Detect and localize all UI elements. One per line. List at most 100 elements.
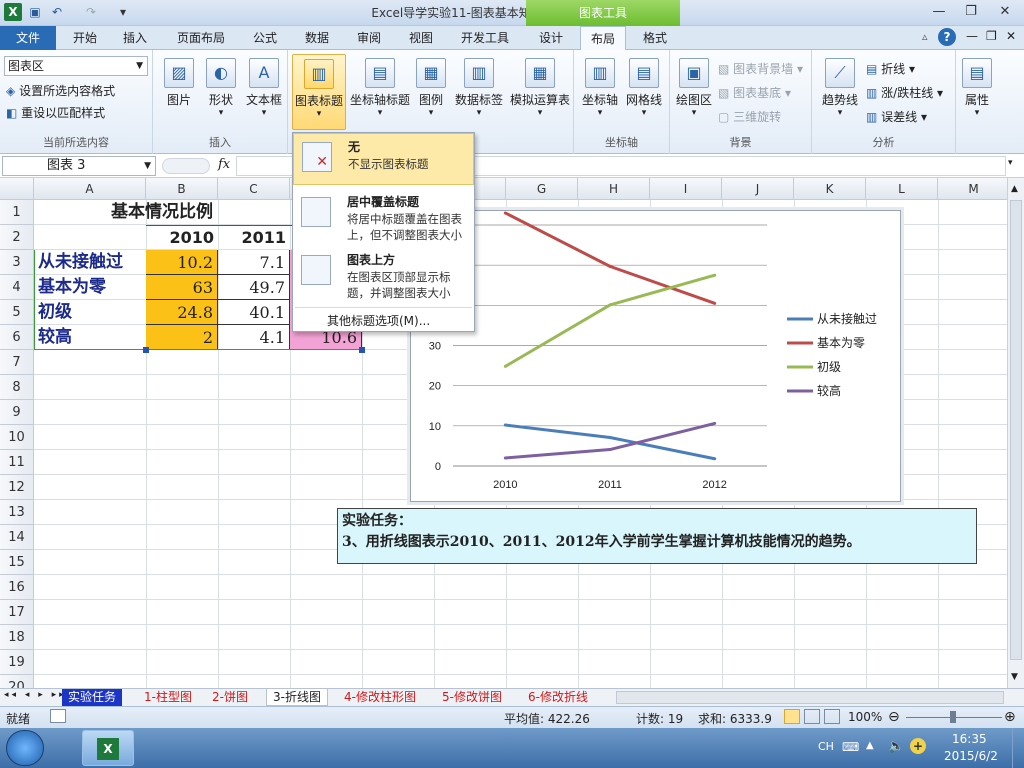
- insert-shapes-button[interactable]: ◐ 形状 ▾: [201, 58, 241, 118]
- lines-button[interactable]: ▤ 折线 ▾: [866, 60, 915, 77]
- menu-item-above[interactable]: 图表上方 在图表区顶部显示标题，并调整图表大小: [293, 247, 474, 305]
- restore-icon[interactable]: ❐: [958, 2, 984, 22]
- rotation-3d-button[interactable]: ▢ 三维旋转: [718, 108, 781, 125]
- column-header[interactable]: B: [146, 178, 218, 200]
- error-bars-button[interactable]: ▥ 误差线 ▾: [866, 108, 927, 125]
- axis-titles-button[interactable]: ▤ 坐标轴标题 ▾: [348, 58, 412, 118]
- fx-icon[interactable]: fx: [218, 157, 230, 172]
- doc-restore-icon[interactable]: ❐: [986, 29, 997, 43]
- data-table-button[interactable]: ▦ 模拟运算表 ▾: [508, 58, 572, 118]
- menu-item-overlay[interactable]: 居中覆盖标题 将居中标题覆盖在图表上，但不调整图表大小: [293, 189, 474, 247]
- horizontal-scrollbar[interactable]: [616, 691, 1004, 704]
- row-header[interactable]: 1: [0, 200, 34, 225]
- row-label-cell[interactable]: 从未接触过: [34, 250, 146, 275]
- collapse-ribbon-icon[interactable]: ▵: [922, 30, 928, 43]
- menu-item-more-options[interactable]: 其他标题选项(M)...: [293, 311, 474, 331]
- column-header[interactable]: C: [218, 178, 290, 200]
- row-header[interactable]: 6: [0, 325, 34, 350]
- sheet-tab[interactable]: 2-饼图: [206, 689, 254, 706]
- row-header[interactable]: 2: [0, 225, 34, 250]
- sheet-tab-active[interactable]: 3-折线图: [266, 689, 328, 706]
- scroll-thumb[interactable]: [1010, 200, 1022, 660]
- range-handle[interactable]: [143, 347, 149, 353]
- scroll-down-icon[interactable]: ▼: [1011, 672, 1018, 682]
- expand-formula-icon[interactable]: ▾: [1008, 158, 1013, 168]
- page-layout-view-icon[interactable]: [804, 709, 820, 724]
- data-labels-button[interactable]: ▥ 数据标签 ▾: [452, 58, 506, 118]
- update-icon[interactable]: +: [910, 738, 926, 754]
- zoom-level[interactable]: 100%: [848, 710, 882, 724]
- task-textbox[interactable]: 实验任务： 3、用折线图表示2010、2011、2012年入学前学生掌握计算机技…: [337, 508, 977, 564]
- row-header[interactable]: 16: [0, 575, 34, 600]
- doc-close-icon[interactable]: ✕: [1006, 29, 1016, 43]
- header-cell[interactable]: 2011: [218, 225, 290, 250]
- row-header[interactable]: 20: [0, 675, 34, 688]
- row-header[interactable]: 8: [0, 375, 34, 400]
- data-cell[interactable]: 49.7: [218, 275, 290, 300]
- row-header[interactable]: 11: [0, 450, 34, 475]
- close-icon[interactable]: ✕: [992, 2, 1018, 22]
- tab-insert[interactable]: 插入: [114, 26, 156, 50]
- gridlines-button[interactable]: ▤ 网格线 ▾: [622, 58, 666, 118]
- format-selection-button[interactable]: ◈ 设置所选内容格式: [6, 82, 115, 99]
- zoom-in-icon[interactable]: ⊕: [1004, 709, 1016, 725]
- data-cell[interactable]: 4.1: [218, 325, 290, 350]
- tab-page-layout[interactable]: 页面布局: [168, 26, 234, 50]
- select-all-corner[interactable]: [0, 178, 34, 200]
- trendline-button[interactable]: ⟋ 趋势线 ▾: [818, 58, 862, 118]
- up-down-bars-button[interactable]: ▥ 涨/跌柱线 ▾: [866, 84, 943, 101]
- row-header[interactable]: 3: [0, 250, 34, 275]
- row-header[interactable]: 7: [0, 350, 34, 375]
- scroll-up-icon[interactable]: ▲: [1011, 184, 1018, 194]
- line-chart[interactable]: 0 10 20 30 2010 2011 2012 从未接触过 基本为零 初级 较高: [410, 210, 901, 502]
- row-header[interactable]: 13: [0, 500, 34, 525]
- chart-floor-button[interactable]: ▧ 图表基底 ▾: [718, 84, 791, 101]
- row-header[interactable]: 15: [0, 550, 34, 575]
- tab-developer[interactable]: 开发工具: [452, 26, 518, 50]
- menu-item-none[interactable]: ✕ 无 不显示图表标题: [293, 133, 474, 185]
- normal-view-icon[interactable]: [784, 709, 800, 724]
- start-button[interactable]: [6, 730, 44, 766]
- sheet-title-cell[interactable]: 基本情况比例: [34, 200, 290, 225]
- volume-icon[interactable]: 🔈: [888, 739, 904, 754]
- sheet-tab[interactable]: 4-修改柱形图: [338, 689, 422, 706]
- row-label-cell[interactable]: 较高: [34, 325, 146, 350]
- column-header[interactable]: J: [722, 178, 794, 200]
- row-header[interactable]: 14: [0, 525, 34, 550]
- data-cell[interactable]: 10.2: [146, 250, 218, 275]
- tab-file[interactable]: 文件: [0, 26, 56, 50]
- vertical-scrollbar[interactable]: ▲ ▼: [1007, 178, 1024, 688]
- minimize-icon[interactable]: —: [926, 2, 952, 22]
- sheet-tab[interactable]: 1-柱型图: [138, 689, 198, 706]
- name-box[interactable]: 图表 3 ▼: [2, 156, 156, 176]
- sheet-tab[interactable]: 实验任务: [62, 689, 123, 706]
- data-cell[interactable]: 40.1: [218, 300, 290, 325]
- taskbar-excel-button[interactable]: X: [82, 730, 134, 766]
- language-indicator[interactable]: CH: [818, 740, 834, 753]
- tab-format[interactable]: 格式: [634, 26, 676, 50]
- keyboard-icon[interactable]: ⌨: [842, 740, 859, 754]
- row-label-cell[interactable]: 基本为零: [34, 275, 146, 300]
- data-cell[interactable]: 2: [146, 325, 218, 350]
- data-cell[interactable]: 7.1: [218, 250, 290, 275]
- row-label-cell[interactable]: 初级: [34, 300, 146, 325]
- column-header[interactable]: I: [650, 178, 722, 200]
- row-header[interactable]: 9: [0, 400, 34, 425]
- sheet-tab[interactable]: 5-修改饼图: [436, 689, 508, 706]
- chart-wall-button[interactable]: ▧ 图表背景墙 ▾: [718, 60, 803, 77]
- column-header[interactable]: H: [578, 178, 650, 200]
- row-header[interactable]: 19: [0, 650, 34, 675]
- clock-time[interactable]: 16:35: [952, 732, 987, 746]
- tab-formulas[interactable]: 公式: [244, 26, 286, 50]
- column-header[interactable]: G: [506, 178, 578, 200]
- row-header[interactable]: 17: [0, 600, 34, 625]
- column-header[interactable]: M: [938, 178, 1007, 200]
- header-cell[interactable]: 2010: [146, 225, 218, 250]
- row-header[interactable]: 4: [0, 275, 34, 300]
- plot-area-button[interactable]: ▣ 绘图区 ▾: [674, 58, 714, 118]
- range-handle[interactable]: [359, 347, 365, 353]
- tab-data[interactable]: 数据: [296, 26, 338, 50]
- sheet-nav-icon[interactable]: ◂◂ ◂ ▸ ▸▸: [4, 690, 67, 700]
- tab-design[interactable]: 设计: [530, 26, 572, 50]
- column-header[interactable]: K: [794, 178, 866, 200]
